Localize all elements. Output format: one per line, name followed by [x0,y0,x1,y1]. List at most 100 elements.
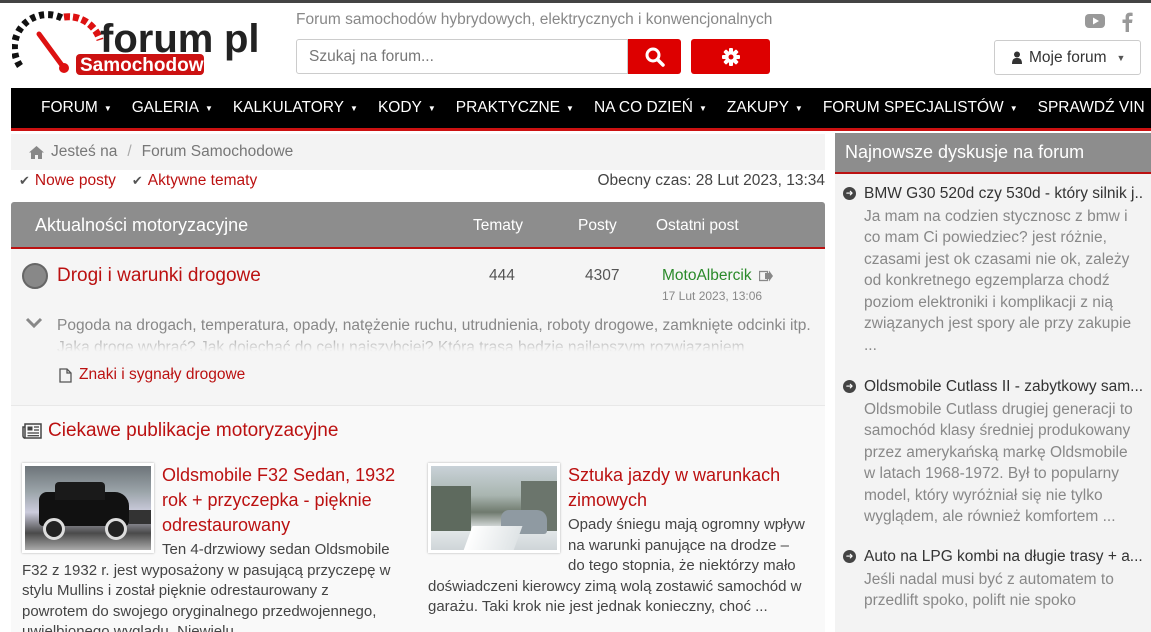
forum-title-link[interactable]: Drogi i warunki drogowe [57,265,261,287]
nav-item-galeria[interactable]: GALERIA ▼ [132,99,213,117]
nav-item-forum-specjalistow[interactable]: FORUM SPECJALISTÓW ▼ [823,99,1018,117]
goto-last-post-icon[interactable] [758,270,773,282]
nav-label: KALKULATORY [232,99,345,116]
search-button[interactable] [628,39,681,74]
subforum-label: Znaki i sygnały drogowe [79,366,246,383]
search-input[interactable] [296,39,628,74]
discussion-item: ➜ Auto na LPG kombi na długie trasy + a..… [835,546,1151,612]
article-card: Oldsmobile F32 Sedan, 1932 rok + przycze… [22,463,397,632]
my-forum-button[interactable]: Moje forum ▼ [994,40,1141,75]
arrow-circle-right-icon: ➜ [843,550,856,564]
gear-icon [721,47,740,66]
nav-label: SPRAWDŹ VIN [1037,99,1145,116]
article-thumbnail-oldsmobile[interactable] [22,463,154,553]
dropdown-caret-icon: ▼ [566,103,574,113]
nav-label: KODY [377,99,422,116]
column-last-post: Ostatni post [656,217,739,234]
breadcrumb: Jesteś na / Forum Samochodowe [11,134,825,170]
logo-graphic: forum pl Samochodowe [10,11,260,76]
dropdown-caret-icon: ▼ [698,103,707,113]
my-forum-label: Moje forum [1029,48,1107,66]
site-logo[interactable]: forum pl Samochodowe [10,10,267,78]
dropdown-caret-icon: ▼ [1009,103,1018,113]
latest-discussions-sidebar: Najnowsze dyskusje na forum ➜ BMW G30 520… [835,133,1151,632]
discussion-title: Oldsmobile Cutlass II - zabytkowy sam... [864,378,1143,395]
breadcrumb-home[interactable]: Jesteś na [51,143,117,161]
new-posts-label: Nowe posty [34,172,116,189]
dropdown-caret-icon: ▼ [350,103,358,113]
forum-row: Drogi i warunki drogowe 444 4307 MotoAlb… [11,249,825,405]
nav-label: NA CO DZIEŃ [593,99,693,116]
check-icon: ✔ [19,173,30,188]
category-title[interactable]: Aktualności motoryzacyjne [35,215,248,236]
new-posts-link[interactable]: ✔ Nowe posty [19,172,116,190]
youtube-link[interactable] [1085,12,1105,34]
dropdown-caret-icon: ▼ [103,103,112,113]
article-card: Sztuka jazdy w warunkach zimowych Opady … [428,463,808,618]
advanced-search-button[interactable] [691,39,770,74]
nav-item-praktyczne[interactable]: PRAKTYCZNE ▼ [456,99,574,117]
user-icon [1012,51,1022,64]
file-icon [59,367,72,383]
discussion-item: ➜ BMW G30 520d czy 530d - który silnik j.… [835,183,1151,356]
logo-text-samochodowe: Samochodowe [80,55,214,76]
active-topics-link[interactable]: ✔ Aktywne tematy [132,172,257,190]
publications-heading-text: Ciekawe publikacje motoryzacyjne [48,420,339,441]
top-border-line [0,0,1151,3]
nav-item-na-co-dzien[interactable]: NA CO DZIEŃ ▼ [594,99,707,117]
subforum-link[interactable]: Znaki i sygnały drogowe [59,366,245,384]
nav-item-sprawdz-vin[interactable]: SPRAWDŹ VIN [1038,99,1145,117]
breadcrumb-separator: / [127,143,132,160]
article-thumbnail-winter[interactable] [428,463,560,553]
discussion-title: Auto na LPG kombi na długie trasy + a... [864,548,1143,565]
forum-category-header: Aktualności motoryzacyjne Tematy Posty O… [11,202,825,249]
active-topics-label: Aktywne tematy [147,172,258,189]
check-icon: ✔ [131,173,143,188]
home-icon [29,145,44,159]
nav-item-kalkulatory[interactable]: KALKULATORY ▼ [233,99,358,117]
site-tagline: Forum samochodów hybrydowych, elektryczn… [296,11,773,28]
nav-item-kody[interactable]: KODY ▼ [378,99,436,117]
quick-links: ✔ Nowe posty ✔ Aktywne tematy [19,172,273,190]
discussion-title: BMW G30 520d czy 530d - który silnik j..… [864,185,1143,202]
nav-label: PRAKTYCZNE [455,99,561,116]
last-post-author-name: MotoAlbercik [662,267,752,284]
logo-text-pl: pl [224,17,260,61]
chevron-down-icon: ▼ [1116,52,1126,63]
discussion-item: ➜ Oldsmobile Cutlass II - zabytkowy sam..… [835,376,1151,528]
arrow-circle-right-icon: ➜ [843,187,856,201]
youtube-icon [1085,14,1105,28]
nav-item-zakupy[interactable]: ZAKUPY ▼ [727,99,803,117]
last-post-author[interactable]: MotoAlbercik [662,267,773,285]
last-post-date: 17 Lut 2023, 13:06 [662,289,763,303]
search-icon [645,47,665,67]
sidebar-heading: Najnowsze dyskusje na forum [835,133,1151,174]
breadcrumb-current[interactable]: Forum Samochodowe [142,143,294,161]
description-fade [57,333,817,355]
main-navigation: FORUM ▼ GALERIA ▼ KALKULATORY ▼ KODY ▼ PRAKT… [11,88,1151,131]
nav-label: FORUM [41,99,98,116]
column-posts: Posty [578,217,617,234]
topics-count: 444 [489,267,515,284]
dropdown-caret-icon: ▼ [427,103,436,113]
discussion-title-link[interactable]: ➜ BMW G30 520d czy 530d - który silnik j.… [835,183,1143,205]
discussion-title-link[interactable]: ➜ Auto na LPG kombi na długie trasy + a..… [835,546,1143,568]
nav-label: FORUM SPECJALISTÓW [822,99,1004,116]
nav-label: GALERIA [131,99,199,116]
discussion-title-link[interactable]: ➜ Oldsmobile Cutlass II - zabytkowy sam..… [835,376,1143,398]
discussion-excerpt: Ja mam na codzien stycznosc z bmw i co m… [864,207,1132,354]
chevron-down-icon[interactable] [25,317,43,329]
discussion-excerpt: Oldsmobile Cutlass drugiej generacji to … [864,400,1133,526]
discussion-excerpt: Jeśli nadal musi być z automatem to prze… [864,570,1114,610]
forum-status-icon [22,263,48,289]
current-time: Obecny czas: 28 Lut 2023, 13:34 [597,172,826,189]
arrow-circle-right-icon: ➜ [843,380,856,394]
column-topics: Tematy [473,217,523,234]
dropdown-caret-icon: ▼ [794,103,803,113]
article-excerpt: Ten 4-drzwiowy sedan Oldsmobile F32 z 19… [22,541,391,632]
nav-item-forum[interactable]: FORUM ▼ [41,99,112,117]
publications-heading[interactable]: Ciekawe publikacje motoryzacyjne [22,420,338,442]
publications-section: Ciekawe publikacje motoryzacyjne Oldsmob… [11,405,825,632]
posts-count: 4307 [585,267,620,284]
facebook-link[interactable] [1121,12,1133,36]
